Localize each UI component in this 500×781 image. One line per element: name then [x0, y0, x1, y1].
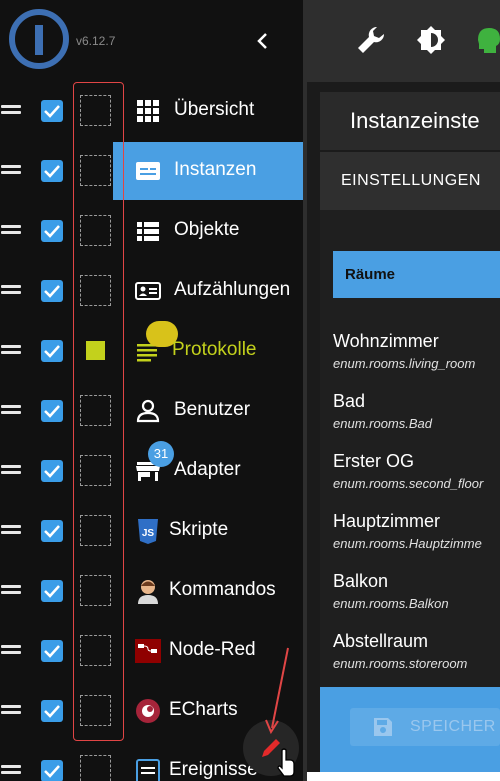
drag-handle-icon[interactable] [1, 523, 21, 537]
visibility-checkbox[interactable] [41, 760, 63, 781]
echarts-icon [136, 699, 160, 723]
sidebar-item-label: Aufzählungen [174, 279, 291, 300]
enum-icon [135, 282, 161, 300]
wrench-icon[interactable] [355, 24, 387, 56]
color-picker-box[interactable] [80, 755, 111, 781]
sidebar-item-label: Skripte [169, 519, 229, 540]
visibility-checkbox[interactable] [41, 460, 63, 482]
enum-item[interactable]: Balkon enum.rooms.Balkon [333, 571, 500, 631]
sidebar-item-skripte[interactable]: JS Skripte [0, 501, 303, 561]
enum-id: enum.rooms.Balkon [333, 596, 449, 611]
instances-icon [136, 162, 160, 180]
adapter-updates-badge: 31 [148, 441, 174, 467]
sidebar: v6.12.7 Übersicht Instanzen Objekte Aufz… [0, 0, 303, 781]
enum-name: Hauptzimmer [333, 511, 441, 531]
drag-handle-icon[interactable] [1, 223, 21, 237]
sidebar-item-node-red[interactable]: Node-Red [0, 621, 303, 681]
drag-handle-icon[interactable] [1, 103, 21, 117]
enum-item[interactable]: Abstellraum enum.rooms.storeroom [333, 631, 500, 691]
sidebar-item-label: Instanzen [174, 159, 257, 180]
visibility-checkbox[interactable] [41, 220, 63, 242]
visibility-checkbox[interactable] [41, 520, 63, 542]
person-icon [138, 580, 158, 604]
enum-name: Abstellraum [333, 631, 429, 651]
visibility-checkbox[interactable] [41, 280, 63, 302]
section-label: Räume [345, 266, 396, 283]
sidebar-item-label: Objekte [174, 219, 240, 240]
sidebar-item-uebersicht[interactable]: Übersicht [0, 81, 303, 141]
sidebar-item-label: Adapter [174, 459, 241, 480]
user-icon [136, 399, 160, 423]
iobroker-logo [9, 9, 69, 69]
drag-handle-icon[interactable] [1, 643, 21, 657]
enum-item[interactable]: Hauptzimmer enum.rooms.Hauptzimme [333, 511, 500, 571]
grid-icon [137, 100, 159, 122]
sidebar-item-label: ECharts [169, 699, 238, 720]
visibility-checkbox[interactable] [41, 340, 63, 362]
sidebar-item-instanzen[interactable]: Instanzen [0, 141, 303, 201]
version-label: v6.12.7 [76, 34, 116, 48]
enum-id: enum.rooms.Hauptzimme [333, 536, 482, 551]
enum-id: enum.rooms.living_room [333, 356, 476, 371]
drag-handle-icon[interactable] [1, 283, 21, 297]
svg-text:JS: JS [142, 528, 155, 539]
enum-item[interactable]: Bad enum.rooms.Bad [333, 391, 500, 451]
events-icon [136, 759, 160, 781]
sidebar-item-label: Übersicht [174, 99, 255, 120]
tab-bar: EINSTELLUNGEN [320, 152, 500, 210]
drag-handle-icon[interactable] [1, 163, 21, 177]
sidebar-item-label: Ereignisse [169, 759, 258, 780]
visibility-checkbox[interactable] [41, 580, 63, 602]
enum-id: enum.rooms.Bad [333, 416, 432, 431]
chevron-left-icon[interactable] [250, 28, 276, 54]
enum-id: enum.rooms.second_floor [333, 476, 484, 491]
sidebar-item-label: Benutzer [174, 399, 251, 420]
sidebar-item-label: Protokolle [172, 339, 257, 360]
sidebar-item-adapter[interactable]: 31 Adapter [0, 441, 303, 501]
dialog-header: Instanzeinste [320, 92, 500, 150]
drag-handle-icon[interactable] [1, 763, 21, 777]
page-title: Instanzeinste [350, 108, 480, 133]
top-toolbar [307, 0, 500, 82]
theme-icon[interactable] [415, 24, 447, 56]
visibility-checkbox[interactable] [41, 100, 63, 122]
sidebar-item-benutzer[interactable]: Benutzer [0, 381, 303, 441]
sidebar-item-protokolle[interactable]: Protokolle [0, 321, 303, 381]
enum-item[interactable]: Wohnzimmer enum.rooms.living_room [333, 331, 500, 391]
js-icon: JS [138, 519, 158, 544]
drag-handle-icon[interactable] [1, 583, 21, 597]
save-button-label: SPEICHER [410, 718, 496, 735]
hand-cursor-icon [277, 748, 295, 777]
drag-handle-icon[interactable] [1, 403, 21, 417]
sidebar-item-label: Node-Red [169, 639, 256, 660]
node-red-icon [135, 639, 161, 663]
visibility-checkbox[interactable] [41, 400, 63, 422]
expert-icon[interactable] [472, 24, 500, 56]
visibility-checkbox[interactable] [41, 640, 63, 662]
annotation-arrow [265, 647, 289, 735]
floppy-disk-icon [374, 718, 392, 736]
enum-name: Balkon [333, 571, 389, 591]
enum-item[interactable]: Erster OG enum.rooms.second_floor [333, 451, 500, 511]
section-header-raeume[interactable]: Räume [333, 251, 500, 298]
tab-einstellungen[interactable]: EINSTELLUNGEN [341, 172, 481, 190]
drag-handle-icon[interactable] [1, 703, 21, 717]
drag-handle-icon[interactable] [1, 463, 21, 477]
sidebar-item-kommandos[interactable]: Kommandos [0, 561, 303, 621]
enum-name: Erster OG [333, 451, 415, 471]
sidebar-item-objekte[interactable]: Objekte [0, 201, 303, 261]
sidebar-item-label: Kommandos [169, 579, 276, 600]
annotation-highlight-box [73, 82, 124, 741]
tooltip [307, 772, 500, 781]
enum-name: Wohnzimmer [333, 331, 439, 351]
enum-name: Bad [333, 391, 366, 411]
enum-id: enum.rooms.storeroom [333, 656, 468, 671]
sidebar-item-aufzaehlungen[interactable]: Aufzählungen [0, 261, 303, 321]
drag-handle-icon[interactable] [1, 343, 21, 357]
save-button[interactable]: SPEICHER [350, 708, 500, 746]
list-icon [137, 222, 159, 241]
visibility-checkbox[interactable] [41, 160, 63, 182]
visibility-checkbox[interactable] [41, 700, 63, 722]
